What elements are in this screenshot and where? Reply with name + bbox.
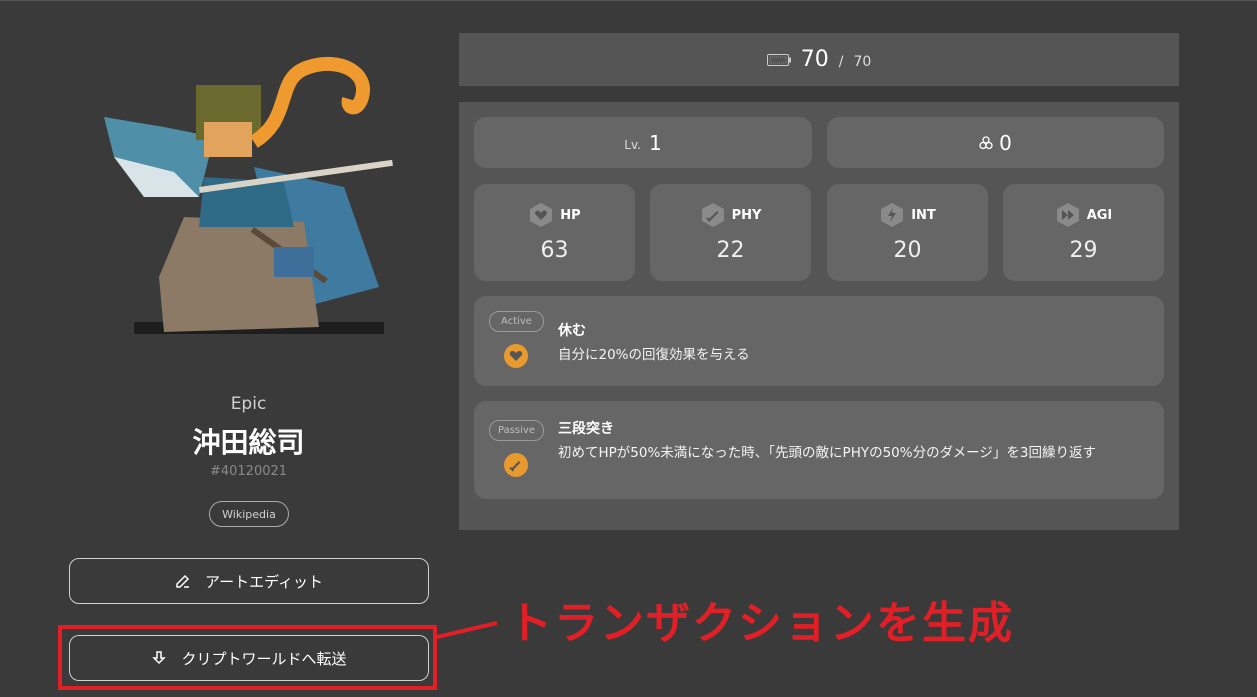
skill-description: 初めてHPが50%未満になった時、「先頭の敵にPHYの50%分のダメージ」を3回… <box>558 445 1097 461</box>
stat-card-phy: PHY 22 <box>650 184 811 281</box>
stat-value: 20 <box>893 238 922 263</box>
character-column: Epic 沖田総司 #40120021 Wikipedia アートエディット ク… <box>0 1 497 697</box>
character-name: 沖田総司 <box>192 426 305 459</box>
heart-icon <box>530 203 553 227</box>
rarity-label: Epic <box>230 394 267 414</box>
stat-value: 63 <box>540 238 569 263</box>
wikipedia-link[interactable]: Wikipedia <box>209 501 289 527</box>
sword-icon <box>701 203 724 227</box>
level-value: 1 <box>648 130 662 155</box>
stamina-max: 70 <box>853 53 872 70</box>
skill-title: 三段突き <box>558 421 614 437</box>
fast-forward-icon <box>1056 203 1079 227</box>
edit-icon <box>176 574 190 588</box>
annotation-callout-line <box>437 621 497 639</box>
stat-label: HP <box>560 207 581 223</box>
character-serial: #40120021 <box>209 464 288 479</box>
token-value: 0 <box>999 130 1012 155</box>
stat-label: PHY <box>731 207 762 223</box>
art-edit-button[interactable]: アートエディット <box>69 558 429 604</box>
stamina-separator: / <box>838 53 844 70</box>
sword-icon <box>504 453 528 477</box>
stat-label: INT <box>911 207 936 223</box>
skill-type-badge: Passive <box>489 420 544 441</box>
stat-card-hp: HP 63 <box>474 184 635 281</box>
skill-description: 自分に20%の回復効果を与える <box>558 347 750 363</box>
battery-icon <box>766 53 791 66</box>
skill-title: 休む <box>558 323 586 339</box>
heart-icon <box>504 344 528 368</box>
stamina-bar: 70 / 70 <box>459 33 1179 86</box>
level-card: Lv. 1 <box>474 117 812 168</box>
stat-card-agi: AGI 29 <box>1003 184 1164 281</box>
lightning-icon <box>881 203 904 227</box>
stat-card-int: INT 20 <box>827 184 988 281</box>
stat-value: 22 <box>716 238 745 263</box>
skill-type-badge: Active <box>489 311 544 332</box>
annotation-highlight-box <box>58 625 437 690</box>
art-edit-label: アートエディット <box>204 572 324 591</box>
stamina-current: 70 <box>800 47 829 72</box>
level-label: Lv. <box>624 137 641 152</box>
skill-card-active: Active 休む 自分に20%の回復効果を与える <box>474 296 1164 386</box>
annotation-callout-text: トランザクションを生成 <box>508 598 1014 649</box>
status-panel: Lv. 1 0 HP 63 PHY 22 INT 20 AGI 29 Activ… <box>459 102 1179 530</box>
character-art <box>104 56 393 334</box>
stat-value: 29 <box>1069 238 1098 263</box>
coins-icon <box>979 135 993 149</box>
skill-card-passive: Passive 三段突き 初めてHPが50%未満になった時、「先頭の敵にPHYの… <box>474 401 1164 499</box>
stat-label: AGI <box>1086 207 1113 223</box>
token-card: 0 <box>827 117 1164 168</box>
